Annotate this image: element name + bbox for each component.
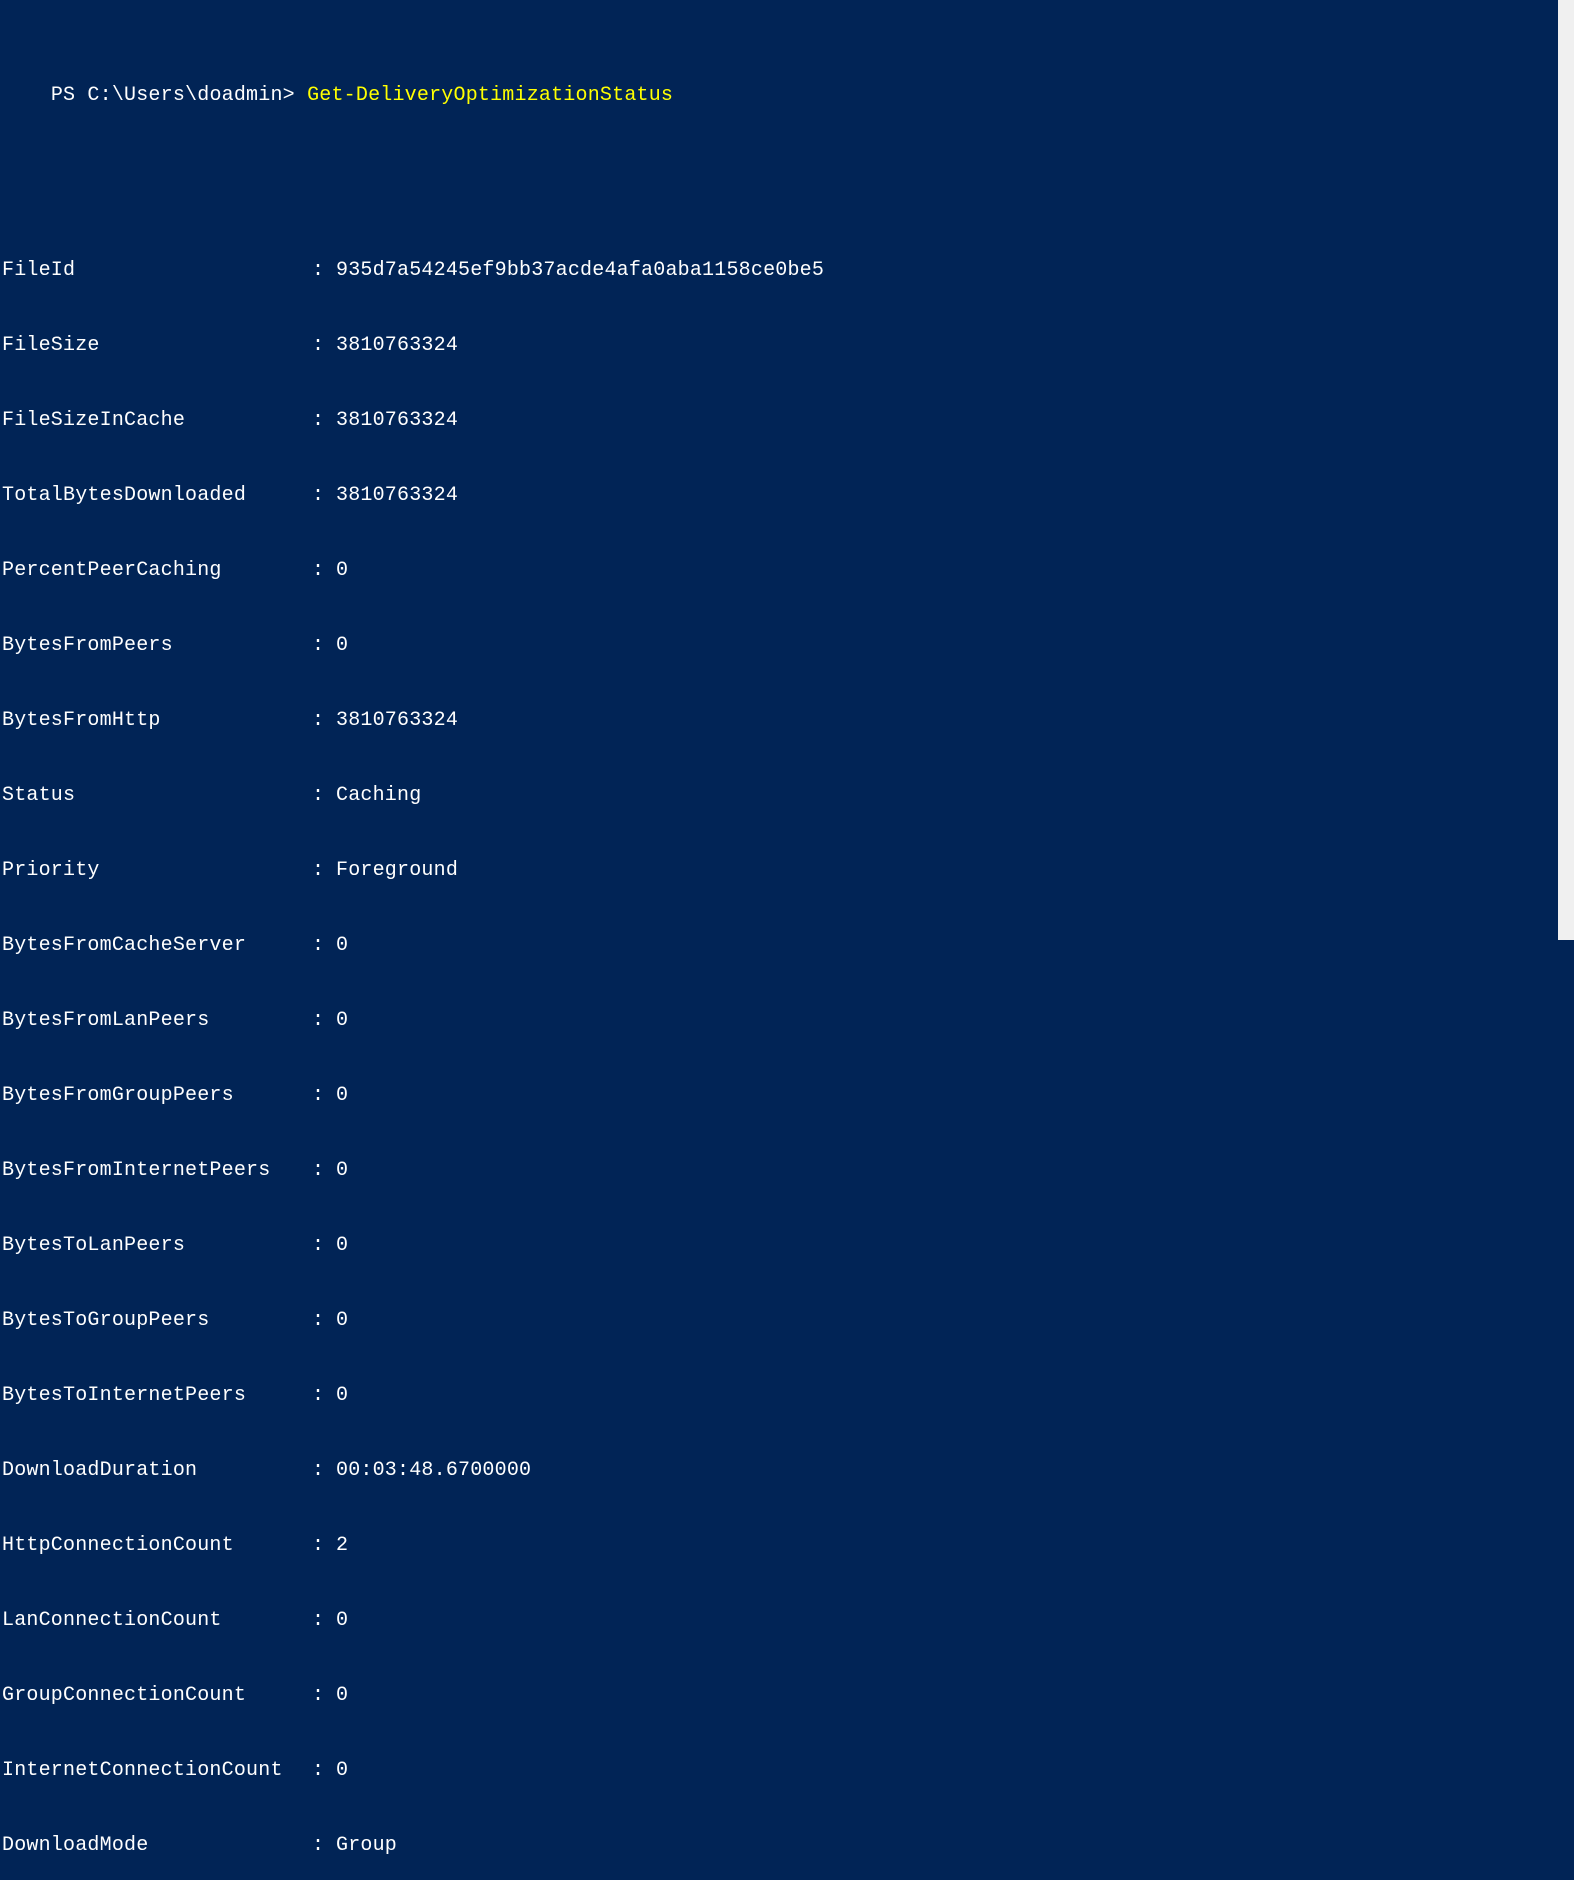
- colon: :: [312, 1608, 336, 1633]
- value: 2: [336, 1533, 348, 1558]
- key: FileSize: [2, 333, 312, 358]
- key: Priority: [2, 858, 312, 883]
- value: Group: [336, 1833, 397, 1858]
- key: DownloadMode: [2, 1833, 312, 1858]
- value: 00:03:48.6700000: [336, 1458, 531, 1483]
- value: 3810763324: [336, 483, 458, 508]
- key: TotalBytesDownloaded: [2, 483, 312, 508]
- value: 0: [336, 1008, 348, 1033]
- output-row-bytesfromcacheserver: BytesFromCacheServer: 0: [2, 933, 1572, 958]
- output-row-priority: Priority: Foreground: [2, 858, 1572, 883]
- colon: :: [312, 1833, 336, 1858]
- colon: :: [312, 1758, 336, 1783]
- value: 0: [336, 933, 348, 958]
- output-row-bytestolanpeers: BytesToLanPeers: 0: [2, 1233, 1572, 1258]
- colon: :: [312, 1233, 336, 1258]
- colon: :: [312, 1083, 336, 1108]
- key: DownloadDuration: [2, 1458, 312, 1483]
- key: FileSizeInCache: [2, 408, 312, 433]
- colon: :: [312, 708, 336, 733]
- colon: :: [312, 1683, 336, 1708]
- powershell-terminal[interactable]: PS C:\Users\doadmin> Get-DeliveryOptimiz…: [2, 8, 1572, 1880]
- value: 0: [336, 1083, 348, 1108]
- value: 0: [336, 1158, 348, 1183]
- output-row-filesize: FileSize: 3810763324: [2, 333, 1572, 358]
- colon: :: [312, 1008, 336, 1033]
- value: 0: [336, 558, 348, 583]
- output-row-bytesfromlanpeers: BytesFromLanPeers: 0: [2, 1008, 1572, 1033]
- prompt-prefix: PS C:\Users\doadmin>: [51, 84, 307, 107]
- key: Status: [2, 783, 312, 808]
- prompt-line: PS C:\Users\doadmin> Get-DeliveryOptimiz…: [2, 58, 1572, 133]
- value: 0: [336, 1608, 348, 1633]
- output-row-totalbytesdownloaded: TotalBytesDownloaded: 3810763324: [2, 483, 1572, 508]
- vertical-scrollbar[interactable]: [1558, 0, 1574, 940]
- colon: :: [312, 333, 336, 358]
- colon: :: [312, 558, 336, 583]
- key: BytesFromCacheServer: [2, 933, 312, 958]
- key: GroupConnectionCount: [2, 1683, 312, 1708]
- colon: :: [312, 1308, 336, 1333]
- value: 935d7a54245ef9bb37acde4afa0aba1158ce0be5: [336, 258, 824, 283]
- key: BytesFromGroupPeers: [2, 1083, 312, 1108]
- key: PercentPeerCaching: [2, 558, 312, 583]
- output-row-bytestointernetpeers: BytesToInternetPeers: 0: [2, 1383, 1572, 1408]
- colon: :: [312, 258, 336, 283]
- output-row-filesizeincache: FileSizeInCache: 3810763324: [2, 408, 1572, 433]
- colon: :: [312, 933, 336, 958]
- output-row-status: Status: Caching: [2, 783, 1572, 808]
- colon: :: [312, 858, 336, 883]
- value: 0: [336, 1383, 348, 1408]
- key: InternetConnectionCount: [2, 1758, 312, 1783]
- colon: :: [312, 783, 336, 808]
- colon: :: [312, 483, 336, 508]
- value: 3810763324: [336, 408, 458, 433]
- output-row-bytesfrompeers: BytesFromPeers: 0: [2, 633, 1572, 658]
- key: BytesToLanPeers: [2, 1233, 312, 1258]
- output-row-downloadduration: DownloadDuration: 00:03:48.6700000: [2, 1458, 1572, 1483]
- value: 0: [336, 1683, 348, 1708]
- value: 3810763324: [336, 333, 458, 358]
- value: 3810763324: [336, 708, 458, 733]
- key: BytesToInternetPeers: [2, 1383, 312, 1408]
- output-row-bytesfromhttp: BytesFromHttp: 3810763324: [2, 708, 1572, 733]
- output-row-downloadmode: DownloadMode: Group: [2, 1833, 1572, 1858]
- prompt-command: Get-DeliveryOptimizationStatus: [307, 84, 673, 107]
- output-row-internetconnectioncount: InternetConnectionCount: 0: [2, 1758, 1572, 1783]
- colon: :: [312, 1383, 336, 1408]
- value: Caching: [336, 783, 421, 808]
- key: BytesFromLanPeers: [2, 1008, 312, 1033]
- output-row-lanconnectioncount: LanConnectionCount: 0: [2, 1608, 1572, 1633]
- value: 0: [336, 633, 348, 658]
- colon: :: [312, 1458, 336, 1483]
- output-row-bytesfromgrouppeers: BytesFromGroupPeers: 0: [2, 1083, 1572, 1108]
- key: BytesFromHttp: [2, 708, 312, 733]
- output-row-fileid: FileId: 935d7a54245ef9bb37acde4afa0aba11…: [2, 258, 1572, 283]
- output-row-httpconnectioncount: HttpConnectionCount: 2: [2, 1533, 1572, 1558]
- key: HttpConnectionCount: [2, 1533, 312, 1558]
- key: BytesToGroupPeers: [2, 1308, 312, 1333]
- value: 0: [336, 1308, 348, 1333]
- colon: :: [312, 408, 336, 433]
- output-row-bytestogrouppeers: BytesToGroupPeers: 0: [2, 1308, 1572, 1333]
- colon: :: [312, 1533, 336, 1558]
- value: 0: [336, 1233, 348, 1258]
- key: BytesFromPeers: [2, 633, 312, 658]
- key: FileId: [2, 258, 312, 283]
- output-row-percentpeercaching: PercentPeerCaching: 0: [2, 558, 1572, 583]
- output-row-groupconnectioncount: GroupConnectionCount: 0: [2, 1683, 1572, 1708]
- key: BytesFromInternetPeers: [2, 1158, 312, 1183]
- key: LanConnectionCount: [2, 1608, 312, 1633]
- value: 0: [336, 1758, 348, 1783]
- value: Foreground: [336, 858, 458, 883]
- output-row-bytesfrominternetpeers: BytesFromInternetPeers: 0: [2, 1158, 1572, 1183]
- colon: :: [312, 633, 336, 658]
- colon: :: [312, 1158, 336, 1183]
